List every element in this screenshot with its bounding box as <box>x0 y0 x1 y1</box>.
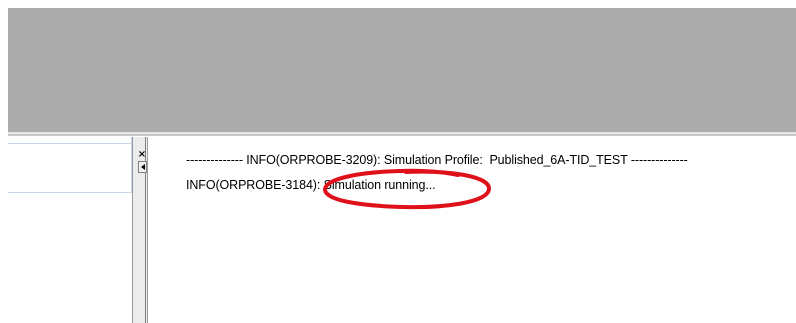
left-pane-divider-bottom <box>8 192 132 193</box>
workspace-divider-shadow <box>8 134 796 136</box>
left-pane <box>8 137 132 323</box>
left-pane-header[interactable] <box>8 137 132 193</box>
left-pane-divider-top <box>8 143 132 144</box>
workspace-area <box>8 8 796 132</box>
application-window: × -------------- INFO(ORPROBE-3209): Sim… <box>0 0 796 323</box>
splitter-edge-highlight <box>147 137 148 323</box>
close-output-button[interactable]: × <box>137 150 147 160</box>
red-circle-annotation <box>323 168 491 210</box>
left-arrow-icon[interactable] <box>138 161 147 173</box>
log-line: -------------- INFO(ORPROBE-3209): Simul… <box>186 153 688 167</box>
output-log-pane[interactable]: -------------- INFO(ORPROBE-3209): Simul… <box>149 137 796 323</box>
